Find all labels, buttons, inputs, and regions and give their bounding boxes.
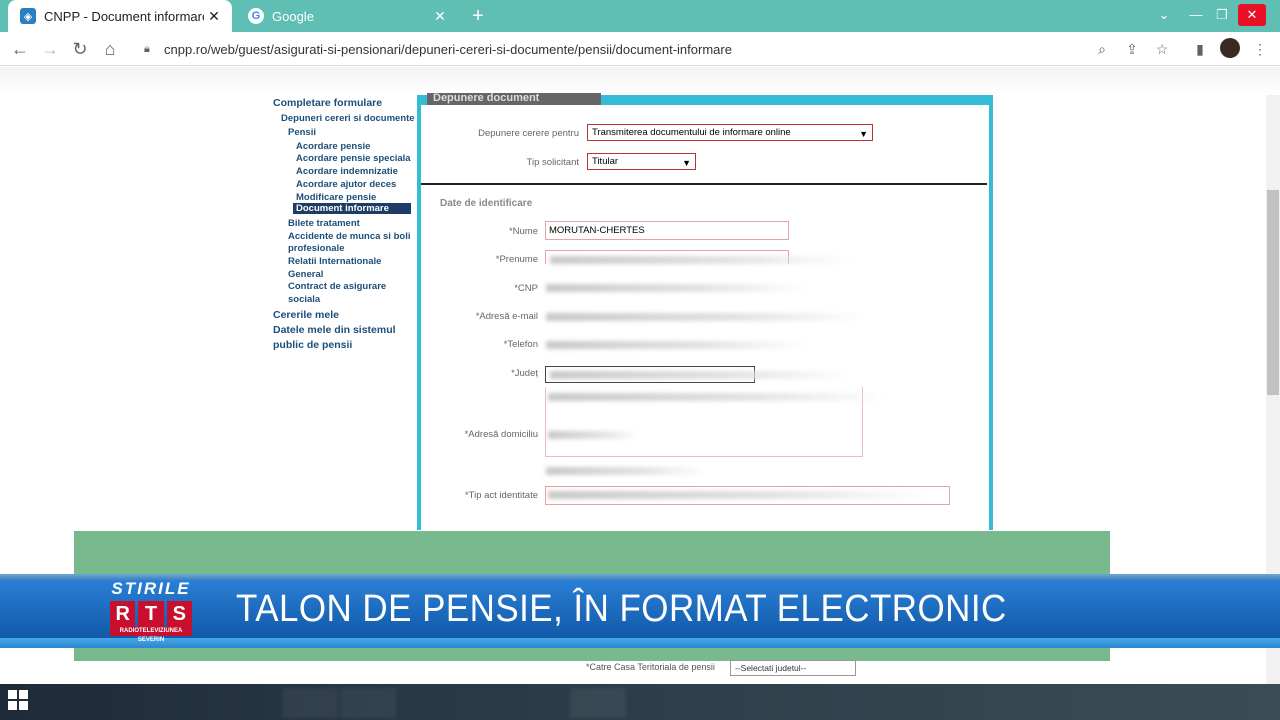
- rts-logo-subtitle: RADIOTELEVIZIUNEA SEVERIN: [110, 627, 192, 643]
- judet-label: *Județ: [511, 368, 538, 379]
- sidebar-item[interactable]: Bilete tratament: [288, 218, 360, 229]
- blurred-value: [548, 431, 638, 439]
- chevron-down-icon: ▼: [859, 129, 868, 139]
- sidebar-item[interactable]: Depuneri cereri si documente: [281, 113, 415, 124]
- blurred-value: [550, 371, 850, 379]
- tab-label: CNPP - Document informare: [44, 8, 204, 24]
- restore-icon[interactable]: ❐: [1208, 4, 1236, 26]
- tip-solicitant-select[interactable]: Titular ▼: [587, 153, 696, 170]
- taskbar-app-icon[interactable]: [282, 688, 338, 718]
- sidebar-item[interactable]: sociala: [288, 294, 320, 305]
- address-bar[interactable]: 🔒︎ cnpp.ro/web/guest/asigurati-si-pensio…: [136, 36, 1080, 62]
- rts-letter: R: [110, 601, 136, 627]
- bookmark-star-icon[interactable]: ☆: [1152, 39, 1172, 59]
- sidebar-item[interactable]: Relatii Internationale: [288, 256, 381, 267]
- rts-letter: T: [138, 601, 164, 627]
- section-divider: [421, 183, 987, 185]
- windows-taskbar: [0, 684, 1280, 720]
- sidebar-item[interactable]: Acordare ajutor deces: [296, 179, 396, 190]
- tab-label: Google: [272, 8, 314, 24]
- section-title: Date de identificare: [440, 198, 533, 209]
- cnp-input[interactable]: [546, 284, 806, 292]
- lock-icon: 🔒︎: [144, 42, 150, 55]
- stirile-logo-text: STIRILE: [111, 579, 191, 598]
- share-icon[interactable]: ⇪: [1122, 39, 1142, 59]
- sidebar-item[interactable]: Acordare indemnizatie: [296, 166, 398, 177]
- blurred-value: [548, 393, 888, 401]
- rts-logo: R T S: [110, 601, 192, 627]
- close-icon[interactable]: ✕: [430, 6, 450, 26]
- chevron-down-icon[interactable]: ⌄: [1150, 4, 1178, 26]
- profile-avatar[interactable]: [1220, 38, 1240, 58]
- browser-toolbar: ← → ↻ ⌂ 🔒︎ cnpp.ro/web/guest/asigurati-s…: [0, 32, 1280, 66]
- prenume-label: *Prenume: [495, 254, 538, 265]
- windows-start-icon[interactable]: [8, 690, 28, 710]
- back-arrow-icon[interactable]: ←: [8, 37, 32, 61]
- new-tab-plus-icon[interactable]: +: [466, 4, 490, 28]
- rts-letter: S: [166, 601, 192, 627]
- sidebar-item-current[interactable]: Document informare: [293, 203, 411, 214]
- reload-icon[interactable]: ↻: [68, 37, 92, 61]
- side-panel-icon[interactable]: ▮: [1190, 39, 1210, 59]
- casa-teritoriala-label: *Catre Casa Teritoriala de pensii: [586, 662, 715, 672]
- email-input[interactable]: [546, 313, 866, 321]
- nume-label: *Nume: [508, 226, 538, 237]
- tip-solicitant-label: Tip solicitant: [526, 157, 579, 168]
- cnp-label: *CNP: [514, 283, 538, 294]
- menu-dots-icon[interactable]: ⋮: [1250, 39, 1270, 59]
- depunere-select[interactable]: Transmiterea documentului de informare o…: [587, 124, 873, 141]
- home-icon[interactable]: ⌂: [98, 37, 122, 61]
- close-icon[interactable]: ✕: [204, 6, 224, 26]
- email-label: *Adresă e-mail: [475, 311, 538, 322]
- blurred-value: [550, 256, 850, 264]
- sidebar-item[interactable]: Modificare pensie: [296, 192, 376, 203]
- telefon-label: *Telefon: [503, 339, 538, 350]
- telefon-input[interactable]: [546, 341, 806, 349]
- google-favicon-icon: G: [248, 8, 264, 24]
- blurred-value: [546, 467, 706, 475]
- tab-google[interactable]: G Google ✕: [236, 0, 458, 32]
- minimize-icon[interactable]: —: [1182, 4, 1210, 26]
- nume-input[interactable]: MORUTAN-CHERTES: [545, 221, 789, 240]
- scrollbar-thumb[interactable]: [1267, 190, 1279, 395]
- sidebar-item[interactable]: Acordare pensie speciala: [296, 153, 411, 164]
- taskbar-app-icon[interactable]: [570, 688, 626, 718]
- sidebar-item[interactable]: public de pensii: [273, 339, 352, 351]
- ticker-bottom-stripe: [0, 638, 1280, 648]
- casa-teritoriala-select[interactable]: --Selectati judetul--: [730, 660, 856, 676]
- tab-bar: ◈ CNPP - Document informare ✕ G Google ✕…: [0, 0, 1280, 32]
- news-headline: TALON DE PENSIE, ÎN FORMAT ELECTRONIC: [236, 588, 1007, 630]
- zoom-icon[interactable]: ⌕: [1092, 39, 1112, 59]
- tip-solicitant-value: Titular: [592, 156, 619, 167]
- sidebar-item[interactable]: profesionale: [288, 243, 345, 254]
- sidebar-item[interactable]: Completare formulare: [273, 97, 382, 109]
- sidebar-item[interactable]: Cererile mele: [273, 309, 339, 321]
- chevron-down-icon: ▼: [682, 158, 691, 168]
- sidebar-item[interactable]: General: [288, 269, 323, 280]
- sidebar-item[interactable]: Datele mele din sistemul: [273, 324, 396, 336]
- depunere-label: Depunere cerere pentru: [478, 128, 579, 139]
- forward-arrow-icon[interactable]: →: [38, 37, 62, 61]
- blurred-value: [548, 491, 928, 499]
- tip-act-label: *Tip act identitate: [464, 490, 538, 501]
- taskbar-app-icon[interactable]: [340, 688, 396, 718]
- cnpp-favicon-icon: ◈: [20, 8, 36, 24]
- depunere-value: Transmiterea documentului de informare o…: [592, 127, 791, 138]
- tab-cnpp[interactable]: ◈ CNPP - Document informare ✕: [8, 0, 232, 32]
- bookmarks-bar: [0, 67, 1280, 95]
- panel-header-tab: Depunere document: [427, 93, 601, 105]
- sidebar-item[interactable]: Pensii: [288, 127, 316, 138]
- url-text: cnpp.ro/web/guest/asigurati-si-pensionar…: [164, 41, 732, 57]
- adresa-label: *Adresă domiciliu: [464, 429, 538, 440]
- sidebar-item[interactable]: Contract de asigurare: [288, 281, 386, 292]
- sidebar-item[interactable]: Accidente de munca si boli: [288, 231, 410, 242]
- window-close-icon[interactable]: ✕: [1238, 4, 1266, 26]
- sidebar-item[interactable]: Acordare pensie: [296, 141, 370, 152]
